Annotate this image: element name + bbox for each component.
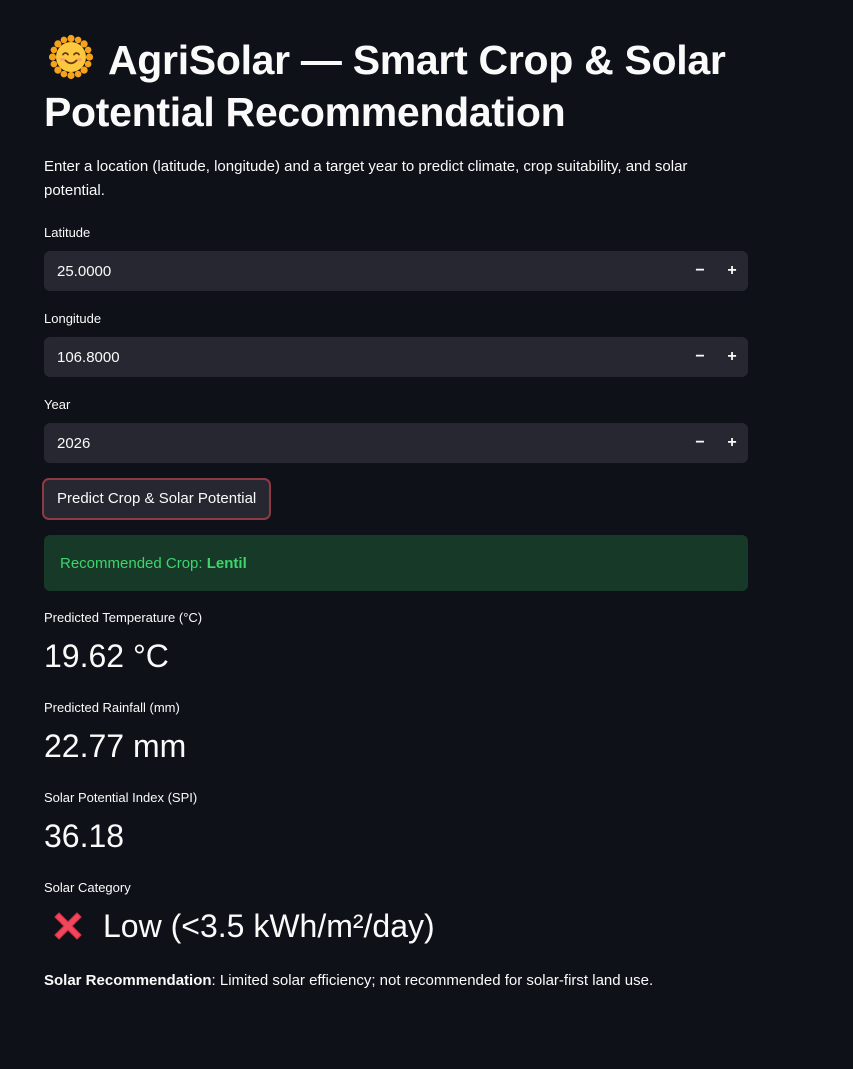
rainfall-metric: Predicted Rainfall (mm) 22.77 mm xyxy=(44,699,748,766)
solar-recommendation: Solar Recommendation: Limited solar effi… xyxy=(44,970,748,992)
longitude-label: Longitude xyxy=(44,311,102,326)
page-title-text: AgriSolar — Smart Crop & Solar Potential… xyxy=(44,37,726,135)
recommended-crop-prefix: Recommended Crop: xyxy=(60,554,203,572)
year-input[interactable]: 2026 − + xyxy=(44,423,748,463)
year-stepper: − + xyxy=(684,423,748,463)
main-content: AgriSolar — Smart Crop & Solar Potential… xyxy=(42,0,748,1007)
smiling-sun-icon xyxy=(48,34,94,80)
solar-recommendation-label: Solar Recommendation xyxy=(44,972,212,989)
year-increment-button[interactable]: + xyxy=(716,423,748,463)
longitude-decrement-button[interactable]: − xyxy=(684,337,716,377)
latitude-decrement-button[interactable]: − xyxy=(684,251,716,291)
latitude-label: Latitude xyxy=(44,225,91,240)
temperature-value: 19.62 °C xyxy=(44,638,169,674)
temperature-label: Predicted Temperature (°C) xyxy=(44,610,203,625)
spi-label: Solar Potential Index (SPI) xyxy=(44,790,198,805)
rainfall-label: Predicted Rainfall (mm) xyxy=(44,700,180,715)
red-cross-icon xyxy=(48,906,88,946)
temperature-metric: Predicted Temperature (°C) 19.62 °C xyxy=(44,609,748,676)
solar-category-value: Low (<3.5 kWh/m²/day) xyxy=(103,908,435,944)
recommended-crop-value: Lentil xyxy=(206,554,247,572)
spi-metric: Solar Potential Index (SPI) 36.18 xyxy=(44,789,748,856)
page-title: AgriSolar — Smart Crop & Solar Potential… xyxy=(44,0,748,138)
solar-category-value-row: Low (<3.5 kWh/m²/day) xyxy=(44,906,748,946)
intro-text: Enter a location (latitude, longitude) a… xyxy=(44,158,688,199)
spi-value: 36.18 xyxy=(44,818,125,854)
latitude-input[interactable]: 25.0000 − + xyxy=(44,251,748,291)
solar-recommendation-text: : Limited solar efficiency; not recommen… xyxy=(211,972,654,989)
longitude-increment-button[interactable]: + xyxy=(716,337,748,377)
year-label: Year xyxy=(44,397,71,412)
predict-button[interactable]: Predict Crop & Solar Potential xyxy=(42,478,272,520)
longitude-value[interactable]: 106.8000 xyxy=(44,349,684,366)
longitude-stepper: − + xyxy=(684,337,748,377)
year-value[interactable]: 2026 xyxy=(44,435,684,452)
latitude-increment-button[interactable]: + xyxy=(716,251,748,291)
solar-category-metric: Solar Category Low (<3.5 kWh/m²/day) xyxy=(44,879,748,946)
recommended-crop-alert: Recommended Crop: Lentil xyxy=(44,535,748,591)
longitude-input[interactable]: 106.8000 − + xyxy=(44,337,748,377)
year-decrement-button[interactable]: − xyxy=(684,423,716,463)
latitude-value[interactable]: 25.0000 xyxy=(44,263,684,280)
rainfall-value: 22.77 mm xyxy=(44,728,187,764)
solar-category-label: Solar Category xyxy=(44,880,131,895)
latitude-stepper: − + xyxy=(684,251,748,291)
